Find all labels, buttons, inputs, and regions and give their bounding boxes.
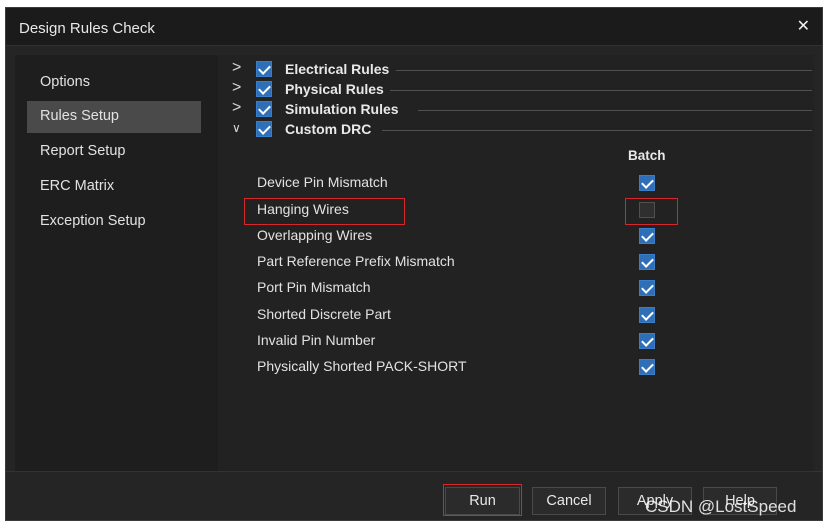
sidebar: Options Rules Setup Report Setup ERC Mat… bbox=[15, 55, 218, 471]
cancel-button[interactable]: Cancel bbox=[532, 487, 606, 515]
sidebar-item-options[interactable]: Options bbox=[27, 67, 201, 99]
rule-label: Hanging Wires bbox=[257, 201, 349, 217]
sidebar-item-label: Rules Setup bbox=[40, 108, 119, 124]
batch-checkbox[interactable] bbox=[639, 175, 655, 191]
rule-label: Part Reference Prefix Mismatch bbox=[257, 253, 455, 269]
divider bbox=[382, 130, 812, 131]
batch-checkbox[interactable] bbox=[639, 280, 655, 296]
sidebar-item-exception-setup[interactable]: Exception Setup bbox=[27, 206, 201, 238]
batch-checkbox[interactable] bbox=[639, 202, 655, 218]
run-button[interactable]: Run bbox=[445, 487, 520, 515]
sidebar-item-label: Exception Setup bbox=[40, 213, 146, 229]
section-label: Physical Rules bbox=[285, 81, 384, 97]
help-button[interactable]: Help bbox=[703, 487, 777, 515]
section-physical-rules: > Physical Rules bbox=[232, 79, 812, 99]
section-electrical-rules: > Electrical Rules bbox=[232, 59, 812, 79]
section-label: Custom DRC bbox=[285, 121, 372, 137]
batch-checkbox[interactable] bbox=[639, 228, 655, 244]
chevron-down-icon[interactable]: ∨ bbox=[232, 119, 248, 139]
rule-label: Physically Shorted PACK-SHORT bbox=[257, 358, 467, 374]
batch-checkbox[interactable] bbox=[639, 333, 655, 349]
section-checkbox[interactable] bbox=[256, 101, 272, 117]
batch-checkbox[interactable] bbox=[639, 307, 655, 323]
divider bbox=[396, 70, 812, 71]
title-bar: Design Rules Check ✕ bbox=[6, 8, 822, 46]
section-label: Electrical Rules bbox=[285, 61, 390, 77]
close-icon[interactable]: ✕ bbox=[797, 16, 810, 36]
sidebar-item-label: Report Setup bbox=[40, 143, 126, 159]
section-simulation-rules: > Simulation Rules bbox=[232, 99, 812, 119]
divider bbox=[418, 110, 812, 111]
chevron-right-icon[interactable]: > bbox=[232, 59, 248, 79]
rule-label: Overlapping Wires bbox=[257, 227, 373, 243]
sidebar-item-label: ERC Matrix bbox=[40, 178, 115, 194]
section-checkbox[interactable] bbox=[256, 81, 272, 97]
apply-button[interactable]: Apply bbox=[618, 487, 692, 515]
rules-panel: > Electrical Rules > Physical Rules > Si… bbox=[218, 55, 814, 471]
rule-label: Port Pin Mismatch bbox=[257, 279, 371, 295]
batch-checkbox[interactable] bbox=[639, 254, 655, 270]
rule-label: Invalid Pin Number bbox=[257, 332, 376, 348]
section-checkbox[interactable] bbox=[256, 61, 272, 77]
section-checkbox[interactable] bbox=[256, 121, 272, 137]
sidebar-item-rules-setup[interactable]: Rules Setup bbox=[27, 101, 201, 133]
design-rules-check-dialog: Design Rules Check ✕ Options Rules Setup… bbox=[5, 7, 823, 521]
sidebar-item-label: Options bbox=[40, 74, 90, 90]
chevron-right-icon[interactable]: > bbox=[232, 79, 248, 99]
batch-column-header: Batch bbox=[628, 148, 666, 163]
batch-checkbox[interactable] bbox=[639, 359, 655, 375]
footer-divider bbox=[6, 471, 822, 472]
section-label: Simulation Rules bbox=[285, 101, 399, 117]
window-title: Design Rules Check bbox=[19, 20, 155, 37]
rule-label: Device Pin Mismatch bbox=[257, 174, 388, 190]
chevron-right-icon[interactable]: > bbox=[232, 99, 248, 119]
rule-label: Shorted Discrete Part bbox=[257, 306, 391, 322]
section-custom-drc: ∨ Custom DRC bbox=[232, 119, 812, 139]
sidebar-item-report-setup[interactable]: Report Setup bbox=[27, 136, 201, 168]
divider bbox=[390, 90, 812, 91]
sidebar-item-erc-matrix[interactable]: ERC Matrix bbox=[27, 171, 201, 203]
